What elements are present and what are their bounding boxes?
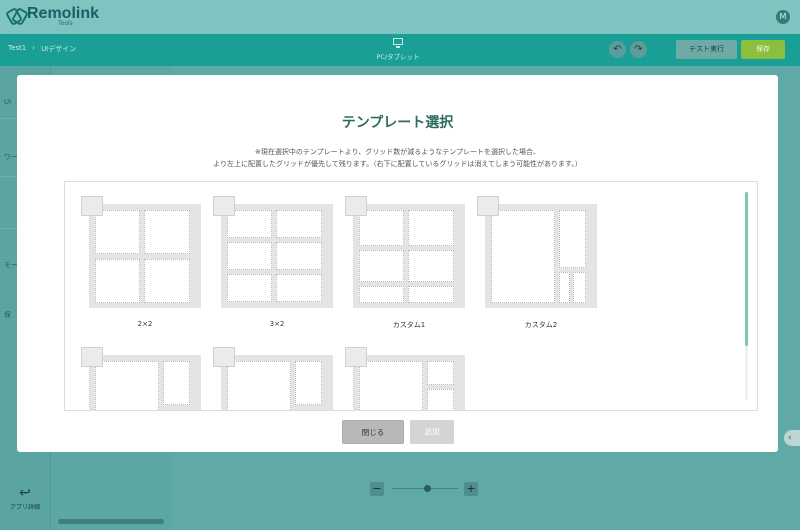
monitor-icon (393, 38, 403, 48)
template-corner-marker (81, 196, 103, 216)
scrollbar-thumb[interactable] (745, 192, 748, 346)
zoom-slider-handle[interactable] (424, 485, 431, 492)
grid-cell (559, 210, 586, 268)
grid-cell (359, 250, 404, 282)
panel-collapse-button[interactable]: ‹ (784, 430, 800, 446)
template-list-scrollbar[interactable] (745, 192, 748, 400)
chevron-left-icon: ‹ (788, 433, 792, 443)
template-corner-marker (213, 196, 235, 216)
grid-cell (144, 210, 190, 254)
grid-cell (491, 210, 555, 303)
template-corner-marker (213, 347, 235, 367)
grid-cell (144, 259, 190, 303)
add-button[interactable]: 追加 (410, 420, 454, 444)
zoom-control: − + (370, 481, 480, 497)
grid-cell (573, 272, 586, 303)
breadcrumb-app[interactable]: Test1 (8, 44, 26, 54)
grid-cell (359, 286, 404, 303)
save-button[interactable]: 保存 (741, 40, 785, 59)
template-preview (89, 204, 201, 308)
template-preview (89, 355, 201, 410)
grid-cell (227, 274, 272, 302)
template-preview (353, 355, 465, 410)
logo: Remolink (8, 5, 99, 23)
grid-cell (95, 361, 159, 410)
minus-icon: − (372, 482, 382, 495)
grid-cell (95, 259, 140, 303)
template-corner-marker (345, 196, 367, 216)
template-list[interactable]: 2×2 3×2 カスタム1 カスタム2 (64, 181, 758, 411)
zoom-in-button[interactable]: + (464, 482, 478, 496)
grid-cell (408, 286, 454, 303)
logo-sub: Tools (58, 20, 73, 27)
description-line-2: より左上に配置したグリッドが優先して残ります。（右下に配置しているグリッドは消え… (213, 160, 582, 168)
undo-button[interactable]: ↶ (609, 41, 626, 58)
grid-cell (359, 361, 423, 410)
horizontal-scrollbar[interactable] (58, 519, 164, 524)
description-line-1: ※現在選択中のテンプレートより、グリッド数が減るようなテンプレートを選択した場合… (254, 148, 541, 156)
zoom-out-button[interactable]: − (370, 482, 384, 496)
device-toggle[interactable]: PC/タブレット (372, 38, 424, 61)
template-corner-marker (81, 347, 103, 367)
template-preview (353, 204, 465, 308)
redo-button[interactable]: ↷ (630, 41, 647, 58)
avatar[interactable]: M (776, 10, 790, 24)
dialog-title: テンプレート選択 (341, 115, 454, 131)
dialog-description: ※現在選択中のテンプレートより、グリッド数が減るようなテンプレートを選択した場合… (17, 146, 778, 170)
top-bar: Remolink Tools M (0, 0, 800, 34)
redo-icon: ↷ (634, 44, 643, 55)
back-arrow-icon: ↩ (19, 485, 31, 501)
nav-item-workflow[interactable]: ワー (4, 152, 18, 162)
grid-cell (295, 361, 322, 405)
template-select-dialog: テンプレート選択 ※現在選択中のテンプレートより、グリッド数が減るようなテンプレ… (17, 75, 778, 452)
template-corner-marker (345, 347, 367, 367)
plus-icon: + (466, 482, 476, 495)
device-label: PC/タブレット (376, 53, 420, 61)
template-label: カスタム1 (392, 321, 426, 329)
grid-cell (276, 210, 322, 238)
grid-cell (559, 272, 570, 303)
back-to-app-detail[interactable]: ↩ アプリ詳細 (4, 486, 46, 511)
grid-cell (163, 361, 190, 405)
template-preview (221, 204, 333, 308)
nav-item-mode[interactable]: モー (4, 260, 18, 270)
template-corner-marker (477, 196, 499, 216)
nav-item-save[interactable]: 保 (4, 310, 11, 320)
breadcrumb: Test1 › UIデザイン (8, 44, 76, 54)
back-label: アプリ詳細 (9, 504, 40, 511)
template-label: 2×2 (137, 320, 153, 328)
breadcrumb-separator: › (32, 44, 36, 52)
remolink-logo-icon (8, 7, 23, 22)
grid-cell (427, 389, 454, 410)
template-preview (221, 355, 333, 410)
grid-cell (427, 361, 454, 385)
template-label: カスタム2 (524, 321, 558, 329)
grid-cell (227, 361, 291, 410)
undo-icon: ↶ (613, 44, 622, 55)
grid-cell (276, 242, 322, 270)
test-run-button[interactable]: テスト実行 (676, 40, 737, 59)
grid-cell (408, 210, 454, 246)
template-label: 3×2 (269, 320, 285, 328)
template-preview (485, 204, 597, 308)
grid-cell (276, 274, 322, 302)
breadcrumb-current: UIデザイン (41, 45, 77, 53)
grid-cell (227, 242, 272, 270)
grid-cell (408, 250, 454, 282)
nav-item-ui[interactable]: UI (4, 98, 11, 106)
grid-cell (95, 210, 140, 254)
close-button[interactable]: 閉じる (342, 420, 404, 444)
